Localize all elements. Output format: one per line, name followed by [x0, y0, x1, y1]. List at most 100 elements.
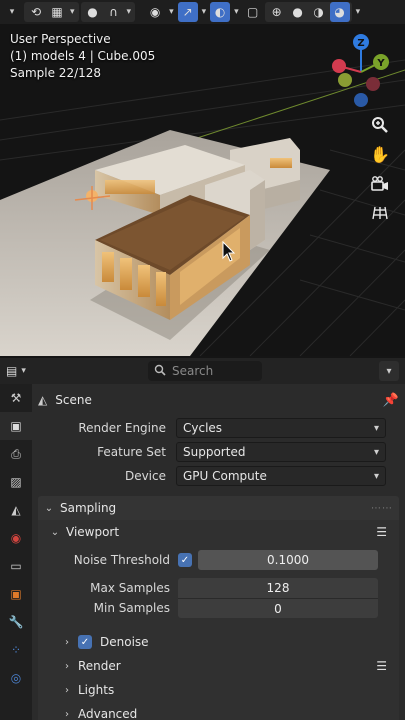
scene-icon: ◭	[38, 393, 48, 407]
tab-render[interactable]: ▣	[0, 412, 32, 440]
tab-particles[interactable]: ⁘	[0, 636, 32, 664]
rendered-shading-icon[interactable]: ◕	[329, 2, 350, 22]
3d-viewport[interactable]: ▾ ⟲ ▦ ▾ ● ∩ ▾ ◉ ▾ ↗ ▾ ◐ ▾ ▢ ⊕ ● ◑ ◕ ▾ Us…	[0, 0, 405, 356]
presets-list-icon[interactable]: ☰	[376, 525, 387, 539]
tab-modifiers[interactable]: 🔧	[0, 608, 32, 636]
chevron-right-icon: ›	[65, 684, 69, 696]
options-dropdown-button[interactable]: ▾	[379, 361, 399, 381]
chevron-down-icon[interactable]: ▾	[200, 7, 209, 17]
viewport-subpanel-header[interactable]: ⌄ Viewport ☰	[38, 520, 399, 544]
max-samples-row: Max Samples 128	[38, 578, 399, 598]
chevron-down-icon: ▾	[373, 470, 379, 482]
tab-physics[interactable]: ◎	[0, 664, 32, 692]
tab-tool[interactable]: ⚒	[0, 384, 32, 412]
hand-pan-icon[interactable]: ✋	[367, 141, 393, 167]
properties-content: ◭ Scene 📌 Render Engine Cycles ▾ Feature…	[32, 384, 405, 720]
lights-subpanel-header[interactable]: › Lights	[38, 678, 399, 702]
chevron-down-icon[interactable]: ▾	[354, 7, 363, 17]
z-axis-label: Z	[357, 38, 364, 49]
min-samples-field[interactable]: 0	[178, 598, 378, 618]
max-samples-field[interactable]: 128	[178, 578, 378, 598]
particles-icon: ⁘	[10, 643, 22, 657]
world-globe-icon: ◉	[10, 531, 22, 545]
grid-icon[interactable]	[367, 200, 393, 226]
chevron-right-icon: ›	[65, 636, 69, 648]
visibility-eye-icon[interactable]: ◉	[145, 2, 165, 22]
chevron-down-icon[interactable]: ▾	[125, 7, 134, 17]
max-samples-label: Max Samples	[90, 581, 170, 595]
material-shading-icon[interactable]: ◑	[309, 2, 329, 22]
wireframe-shading-icon[interactable]: ⊕	[267, 2, 287, 22]
solid-shading-icon[interactable]: ●	[288, 2, 308, 22]
y-axis-label: Y	[376, 58, 385, 69]
device-label: Device	[124, 469, 166, 483]
render-engine-value: Cycles	[183, 421, 223, 435]
collection-box-icon: ▭	[10, 559, 22, 573]
view-perspective-text: User Perspective	[10, 32, 111, 46]
shading-group: ⊕ ● ◑ ◕	[264, 2, 352, 22]
render-engine-label: Render Engine	[78, 421, 166, 435]
chevron-down-icon[interactable]: ▾	[68, 7, 77, 17]
chevron-down-icon[interactable]: ▾	[167, 7, 176, 17]
tab-view-layer[interactable]: ▨	[0, 468, 32, 496]
min-samples-label: Min Samples	[93, 601, 170, 615]
noise-threshold-field[interactable]: 0.1000	[198, 550, 378, 570]
search-placeholder: Search	[172, 364, 214, 378]
editor-type-selector[interactable]: ▤ ▾	[6, 361, 34, 381]
active-object-text: (1) models 4 | Cube.005	[10, 49, 156, 63]
output-printer-icon: ⎙	[11, 446, 21, 461]
object-mode-group: ⟲ ▦ ▾	[24, 2, 79, 22]
render-camera-back-icon: ▣	[10, 419, 22, 433]
tab-object[interactable]: ▣	[0, 580, 32, 608]
tab-scene[interactable]: ◭	[0, 496, 32, 524]
neg-y-axis-bubble[interactable]	[338, 73, 352, 87]
zoom-icon[interactable]	[367, 112, 393, 138]
neg-z-axis-bubble[interactable]	[354, 93, 368, 107]
lights-subpanel-title: Lights	[78, 683, 115, 697]
drag-grip-icon[interactable]: ⋯⋯	[371, 503, 393, 514]
falloff-curve-icon[interactable]: ∩	[104, 2, 124, 22]
presets-list-icon[interactable]: ☰	[376, 659, 387, 673]
chevron-down-icon: ⌄	[44, 502, 54, 514]
overlays-toggle-icon[interactable]: ◐	[210, 2, 231, 22]
navigation-gizmo[interactable]: Z Y	[319, 28, 399, 114]
tab-world[interactable]: ◉	[0, 524, 32, 552]
x-axis-bubble[interactable]	[332, 59, 346, 73]
neg-x-axis-bubble[interactable]	[366, 77, 380, 91]
proportional-edit-icon[interactable]: ●	[83, 2, 103, 22]
search-input[interactable]: Search	[148, 361, 262, 381]
undo-history-icon[interactable]: ⟲	[26, 2, 46, 22]
context-breadcrumb: ◭ Scene 📌	[32, 384, 405, 416]
chevron-down-icon[interactable]: ▾	[232, 7, 241, 17]
gizmo-toggle-icon[interactable]: ↗	[177, 2, 198, 22]
tab-collection[interactable]: ▭	[0, 552, 32, 580]
chevron-down-icon: ⌄	[50, 526, 60, 538]
chevron-right-icon: ›	[65, 660, 69, 672]
render-subpanel-header[interactable]: › Render ☰	[38, 654, 399, 678]
pin-icon[interactable]: 📌	[383, 393, 399, 408]
advanced-subpanel-header[interactable]: › Advanced	[38, 702, 399, 720]
physics-orbit-icon: ◎	[10, 671, 22, 685]
min-samples-row: Min Samples 0	[38, 598, 399, 618]
render-subpanel-title: Render	[78, 659, 121, 673]
xray-toggle-icon[interactable]: ▢	[243, 2, 263, 22]
properties-editor: ▤ ▾ Search ▾ ⚒ ▣ ⎙ ▨ ◭ ◉ ▭ ▣ 🔧 ⁘ ◎ ◭ Scen…	[0, 356, 405, 720]
sampling-panel-header[interactable]: ⌄ Sampling ⋯⋯	[38, 496, 399, 520]
feature-set-dropdown[interactable]: Supported ▾	[176, 442, 386, 462]
properties-header: ▤ ▾ Search ▾	[0, 358, 405, 384]
noise-threshold-checkbox[interactable]: ✓	[178, 553, 192, 567]
tab-output[interactable]: ⎙	[0, 440, 32, 468]
denoise-subpanel-header[interactable]: › ✓ Denoise	[38, 630, 399, 654]
device-dropdown[interactable]: GPU Compute ▾	[176, 466, 386, 486]
sampling-panel-body: ⌄ Viewport ☰ Noise Threshold ✓ 0.1000 Ma…	[38, 520, 399, 720]
camera-icon[interactable]	[367, 171, 393, 197]
render-engine-dropdown[interactable]: Cycles ▾	[176, 418, 386, 438]
tool-settings-icon[interactable]: ▦	[47, 2, 67, 22]
denoise-checkbox[interactable]: ✓	[78, 635, 92, 649]
device-row: Device GPU Compute ▾	[32, 464, 405, 488]
properties-editor-icon: ▤	[6, 364, 18, 378]
noise-threshold-label: Noise Threshold	[73, 553, 170, 567]
editor-menu-chevron-icon[interactable]: ▾	[2, 2, 22, 22]
denoise-subpanel-title: Denoise	[100, 635, 149, 649]
advanced-subpanel-title: Advanced	[78, 707, 138, 720]
